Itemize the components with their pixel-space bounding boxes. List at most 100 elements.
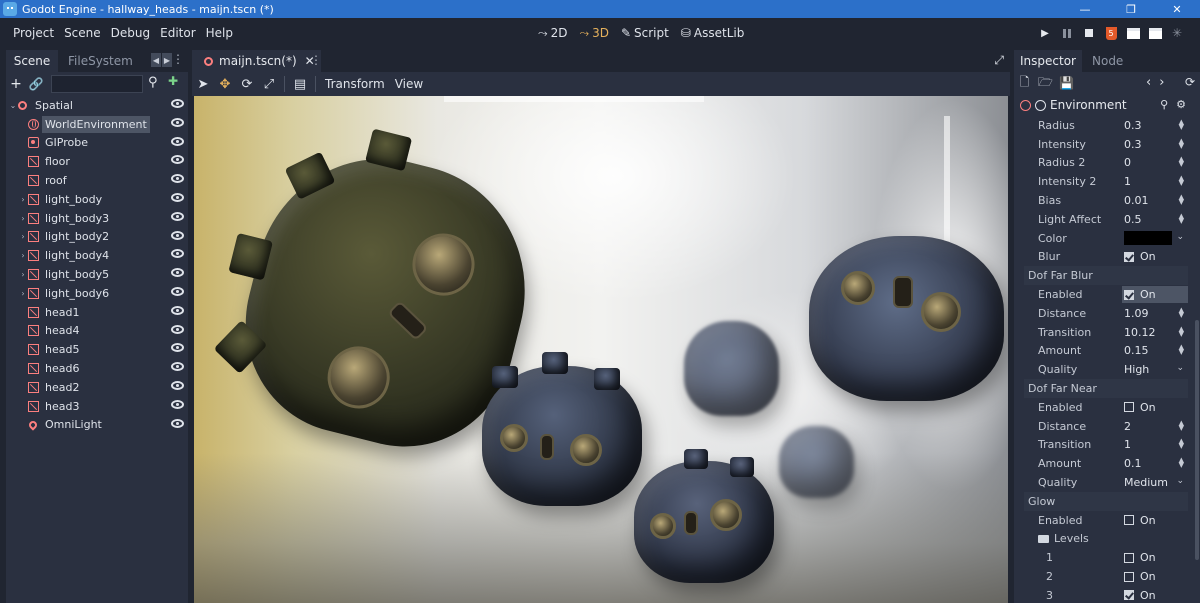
menu-debug[interactable]: Debug xyxy=(106,26,155,40)
tree-item[interactable]: › light_body6 xyxy=(6,284,188,303)
visibility-eye-icon[interactable] xyxy=(171,343,184,353)
visibility-eye-icon[interactable] xyxy=(171,155,184,165)
spin-arrows-icon[interactable]: ▲ ▼ xyxy=(1179,325,1184,337)
spin-arrows-icon[interactable]: ▲ ▼ xyxy=(1179,438,1184,450)
search-icon[interactable]: ⚲ xyxy=(148,75,158,90)
rotate-tool-icon[interactable]: ⟳ xyxy=(236,77,258,92)
tree-item[interactable]: roof xyxy=(6,171,188,190)
tree-item[interactable]: head5 xyxy=(6,340,188,359)
property-value-checkbox[interactable]: On xyxy=(1122,248,1188,265)
property-section[interactable]: Dof Far Near xyxy=(1024,379,1188,398)
property-value-spinbox[interactable]: 1 ▲ ▼ xyxy=(1122,173,1188,190)
expand-arrow-icon[interactable]: › xyxy=(18,289,28,298)
visibility-eye-icon[interactable] xyxy=(171,286,184,296)
html5-export-button[interactable]: 5 xyxy=(1102,24,1120,42)
expand-arrow-icon[interactable]: ⌄ xyxy=(8,101,18,110)
tab-node[interactable]: Node xyxy=(1082,50,1133,72)
close-button[interactable]: ✕ xyxy=(1154,0,1200,18)
workspace-2d[interactable]: ⤳ 2D xyxy=(538,26,567,41)
menu-help[interactable]: Help xyxy=(201,26,238,40)
add-node-icon[interactable]: + xyxy=(6,76,26,92)
property-value-checkbox[interactable]: On xyxy=(1122,512,1188,529)
visibility-eye-icon[interactable] xyxy=(171,268,184,278)
tree-item[interactable]: WorldEnvironment xyxy=(6,115,188,134)
tree-item[interactable]: head3 xyxy=(6,397,188,416)
tab-maijn-scene[interactable]: maijn.tscn(*) ✕ xyxy=(192,50,321,72)
property-value-spinbox[interactable]: 1 ▲ ▼ xyxy=(1122,436,1188,453)
property-section[interactable]: Dof Far Blur xyxy=(1024,266,1188,286)
property-value-checkbox[interactable]: On xyxy=(1122,587,1188,603)
property-value-checkbox[interactable]: On xyxy=(1122,286,1188,304)
property-value-spinbox[interactable]: 10.12 ▲ ▼ xyxy=(1122,324,1188,341)
spin-arrows-icon[interactable]: ▲ ▼ xyxy=(1179,156,1184,168)
visibility-eye-icon[interactable] xyxy=(171,380,184,390)
spin-arrows-icon[interactable]: ▲ ▼ xyxy=(1179,175,1184,187)
tab-filesystem[interactable]: FileSystem xyxy=(58,50,143,72)
property-value-checkbox[interactable]: On xyxy=(1122,549,1188,566)
expand-arrow-icon[interactable]: › xyxy=(18,232,28,241)
visibility-eye-icon[interactable] xyxy=(171,305,184,315)
visibility-eye-icon[interactable] xyxy=(171,211,184,221)
property-section[interactable]: Glow xyxy=(1024,491,1188,511)
visibility-eye-icon[interactable] xyxy=(171,324,184,334)
property-value-spinbox[interactable]: 0.3 ▲ ▼ xyxy=(1122,117,1188,134)
new-resource-icon[interactable]: 🗋 xyxy=(1014,73,1035,94)
menu-editor[interactable]: Editor xyxy=(155,26,201,40)
expand-arrow-icon[interactable]: › xyxy=(18,195,28,204)
tab-scene[interactable]: Scene xyxy=(6,50,58,72)
workspace-assetlib[interactable]: ⛁ AssetLib xyxy=(681,26,745,40)
visibility-eye-icon[interactable] xyxy=(171,136,184,146)
visibility-eye-icon[interactable] xyxy=(171,418,184,428)
spin-arrows-icon[interactable]: ▲ ▼ xyxy=(1179,306,1184,318)
checkbox-icon[interactable] xyxy=(1124,251,1134,262)
property-value-spinbox[interactable]: 0.01 ▲ ▼ xyxy=(1122,192,1188,209)
spin-arrows-icon[interactable]: ▲ ▼ xyxy=(1179,457,1184,469)
visibility-eye-icon[interactable] xyxy=(171,230,184,240)
tree-item[interactable]: › light_body2 xyxy=(6,228,188,247)
property-value-spinbox[interactable]: 0 ▲ ▼ xyxy=(1122,154,1188,171)
property-row[interactable]: Levels xyxy=(1024,530,1188,549)
expand-arrow-icon[interactable]: › xyxy=(18,270,28,279)
tree-item[interactable]: OmniLight xyxy=(6,416,188,435)
checkbox-icon[interactable] xyxy=(1124,552,1134,563)
menu-scene[interactable]: Scene xyxy=(59,26,106,40)
play-custom-scene-button[interactable] xyxy=(1146,24,1164,42)
tab-options-icon[interactable]: ⋮ xyxy=(310,53,322,67)
dock-options-icon[interactable]: ⋮ xyxy=(172,52,184,66)
tree-item[interactable]: head1 xyxy=(6,303,188,322)
property-value-spinbox[interactable]: 2 ▲ ▼ xyxy=(1122,418,1188,435)
spin-arrows-icon[interactable]: ▲ ▼ xyxy=(1179,419,1184,431)
tree-item[interactable]: head6 xyxy=(6,359,188,378)
property-value-dropdown[interactable]: High ⌄ xyxy=(1122,361,1188,378)
checkbox-icon[interactable] xyxy=(1124,590,1134,601)
tree-item[interactable]: head2 xyxy=(6,378,188,397)
property-value-spinbox[interactable]: 0.15 ▲ ▼ xyxy=(1122,342,1188,359)
play-scene-button[interactable] xyxy=(1124,24,1142,42)
object-tools-icon[interactable]: ⚲⚙ xyxy=(1160,98,1194,111)
tree-item[interactable]: › light_body4 xyxy=(6,246,188,265)
property-value-checkbox[interactable]: On xyxy=(1122,399,1188,416)
arrow-left-icon[interactable]: ◀ xyxy=(151,53,161,67)
visibility-eye-icon[interactable] xyxy=(171,249,184,259)
visibility-eye-icon[interactable] xyxy=(171,117,184,127)
spin-arrows-icon[interactable]: ▲ ▼ xyxy=(1179,194,1184,206)
maximize-button[interactable]: ❐ xyxy=(1108,0,1154,18)
spin-arrows-icon[interactable]: ▲ ▼ xyxy=(1179,344,1184,356)
history-icon[interactable]: ⟳ xyxy=(1185,75,1195,89)
instance-link-icon[interactable]: 🔗 xyxy=(26,77,46,91)
spin-arrows-icon[interactable]: ▲ ▼ xyxy=(1179,118,1184,130)
color-swatch[interactable] xyxy=(1124,231,1172,246)
visibility-eye-icon[interactable] xyxy=(171,192,184,202)
property-value-dropdown[interactable]: Medium ⌄ xyxy=(1122,474,1188,491)
distraction-free-icon[interactable]: ⤢ xyxy=(994,53,1004,68)
property-value-spinbox[interactable]: 0.5 ▲ ▼ xyxy=(1122,211,1188,228)
checkbox-icon[interactable] xyxy=(1124,289,1134,300)
attach-script-icon[interactable]: ✚ xyxy=(168,74,178,88)
visibility-eye-icon[interactable] xyxy=(171,362,184,372)
property-value-spinbox[interactable]: 0.3 ▲ ▼ xyxy=(1122,136,1188,153)
menu-transform[interactable]: Transform xyxy=(320,77,390,91)
tree-item[interactable]: › light_body3 xyxy=(6,209,188,228)
move-tool-icon[interactable]: ✥ xyxy=(214,77,236,92)
list-select-icon[interactable]: ▤ xyxy=(289,77,311,92)
arrow-right-icon[interactable]: ▶ xyxy=(162,53,172,67)
